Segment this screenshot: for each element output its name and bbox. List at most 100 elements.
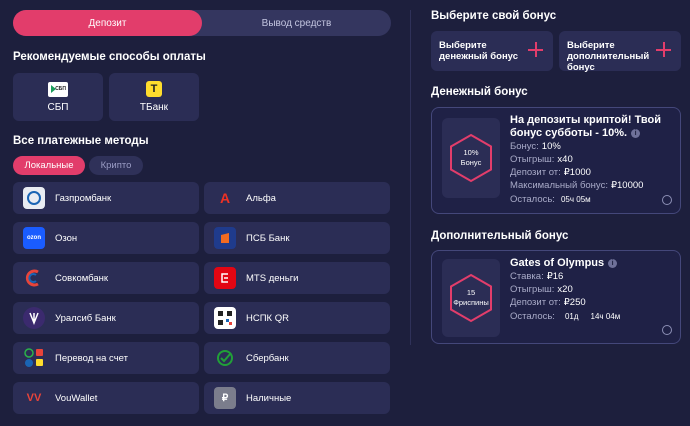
row-label: Депозит от: [510,167,561,178]
method-vouwallet[interactable]: VV VouWallet [13,382,199,414]
method-sovcombank[interactable]: Совкомбанк [13,262,199,294]
method-label: Перевод на счет [55,352,128,364]
row-value: x20 [557,284,573,295]
deposit-row: Депозит от: ₽1000 [510,167,591,178]
row-label: Осталось: [510,311,555,322]
extra-bonus-radio[interactable] [662,325,672,335]
method-label: Уралсиб Банк [55,312,116,324]
method-label: MTS деньги [246,272,299,284]
max-row: Максимальный бонус: ₽10000 [510,180,643,191]
hexagon-badge-icon: 15 Фриспины [445,272,497,324]
extra-bonus-badge: 15 Фриспины [442,259,500,337]
row-value: ₽1000 [563,167,591,178]
info-icon[interactable]: i [608,259,618,268]
method-alfa[interactable]: А Альфа [204,182,390,214]
row-value: 10% [541,141,561,152]
recommended-label: СБП [47,101,69,113]
method-uralsib[interactable]: Уралсиб Банк [13,302,199,334]
money-bonus-headline: На депозиты криптой! Твой бонус субботы … [510,114,670,140]
sovcombank-icon [23,267,45,289]
alfa-icon: А [219,190,231,206]
row-label: Осталось: [510,194,555,205]
method-gazprombank[interactable]: Газпромбанк [13,182,199,214]
ozon-icon: ozon [23,227,45,249]
recommended-title: Рекомендуемые способы оплаты [13,51,206,63]
method-transfer[interactable]: Перевод на счет [13,342,199,374]
money-bonus-badge: 10% Бонус [442,118,500,198]
method-cash[interactable]: ₽ Наличные [204,382,390,414]
method-label: Наличные [246,392,292,404]
badge-label: Бонус [460,158,482,167]
hexagon-badge-icon: 10% Бонус [445,132,497,184]
badge-value: 15 [466,288,476,297]
method-label: НСПК QR [246,312,289,324]
recommended-tbank[interactable]: T ТБанк [109,73,199,121]
plus-icon [656,42,671,57]
recommended-sbp[interactable]: СБП СБП [13,73,103,121]
method-ozon[interactable]: ozon Озон [13,222,199,254]
transfer-icon [23,347,45,369]
row-label: Отыгрыш: [510,154,555,165]
choose-extra-bonus-button[interactable]: Выберите дополнительный бонус [559,31,681,73]
choose-extra-bonus-label: Выберите дополнительный бонус [567,40,650,73]
row-label: Бонус: [510,141,539,152]
wager-row: Отыгрыш: x20 [510,284,573,295]
row-label: Ставка: [510,271,544,282]
mts-icon [214,267,236,289]
recommended-label: ТБанк [139,102,169,113]
tbank-icon: T [146,81,162,97]
money-bonus-radio[interactable] [662,195,672,205]
money-bonus-card[interactable]: 10% Бонус На депозиты криптой! Твой бонус… [431,107,681,214]
tab-withdraw[interactable]: Вывод средств [202,10,391,36]
bonus-row: Бонус: 10% [510,141,561,152]
all-methods-title: Все платежные методы [13,135,149,147]
info-icon[interactable]: i [631,129,641,138]
vouwallet-icon: VV [26,392,42,404]
row-label: Отыгрыш: [510,284,555,295]
row-value: ₽10000 [610,180,644,191]
row-value: 05ч 05м [560,195,591,204]
choose-money-bonus-button[interactable]: Выберите денежный бонус [431,31,553,71]
wager-row: Отыгрыш: x40 [510,154,573,165]
method-label: Сбербанк [246,352,289,364]
tab-deposit[interactable]: Депозит [13,10,202,36]
method-label: Газпромбанк [55,192,112,204]
filter-crypto[interactable]: Крипто [89,156,143,175]
method-label: VouWallet [55,392,98,404]
sber-icon [214,347,236,369]
badge-value: 10% [463,148,479,157]
method-mts[interactable]: MTS деньги [204,262,390,294]
bet-row: Ставка: ₽16 [510,271,563,282]
method-label: Озон [55,232,78,244]
sbp-icon: СБП [48,81,68,97]
cash-icon: ₽ [214,387,236,409]
method-sber[interactable]: Сбербанк [204,342,390,374]
method-qr[interactable]: НСПК QR [204,302,390,334]
row-value: ₽250 [563,297,586,308]
qr-icon [214,307,236,329]
column-divider [410,10,411,345]
row-value: x40 [557,154,573,165]
deposit-withdraw-tabs: Депозит Вывод средств [13,10,391,36]
method-psb[interactable]: ПСБ Банк [204,222,390,254]
left-row: Осталось: 01д 14ч 04м [510,311,620,322]
bonus-title: Выберите свой бонус [431,10,557,22]
row-label: Максимальный бонус: [510,180,608,191]
method-label: ПСБ Банк [246,232,290,244]
plus-icon [528,42,543,57]
badge-label: Фриспины [453,298,489,307]
headline-text: Gates of Olympus [510,257,605,269]
psb-icon [214,227,236,249]
filter-local[interactable]: Локальные [13,156,85,175]
extra-bonus-card[interactable]: 15 Фриспины Gates of Olympus i Ставка: ₽16 … [431,250,681,344]
row-value-time: 14ч 04м [590,312,621,321]
uralsib-icon [23,307,45,329]
gazprombank-icon [23,187,45,209]
deposit-row: Депозит от: ₽250 [510,297,586,308]
row-value: ₽16 [546,271,564,282]
row-label: Депозит от: [510,297,561,308]
left-row: Осталось: 05ч 05м [510,194,591,205]
row-value-days: 01д [564,312,579,321]
method-label: Совкомбанк [55,272,109,284]
choose-money-bonus-label: Выберите денежный бонус [439,40,519,62]
